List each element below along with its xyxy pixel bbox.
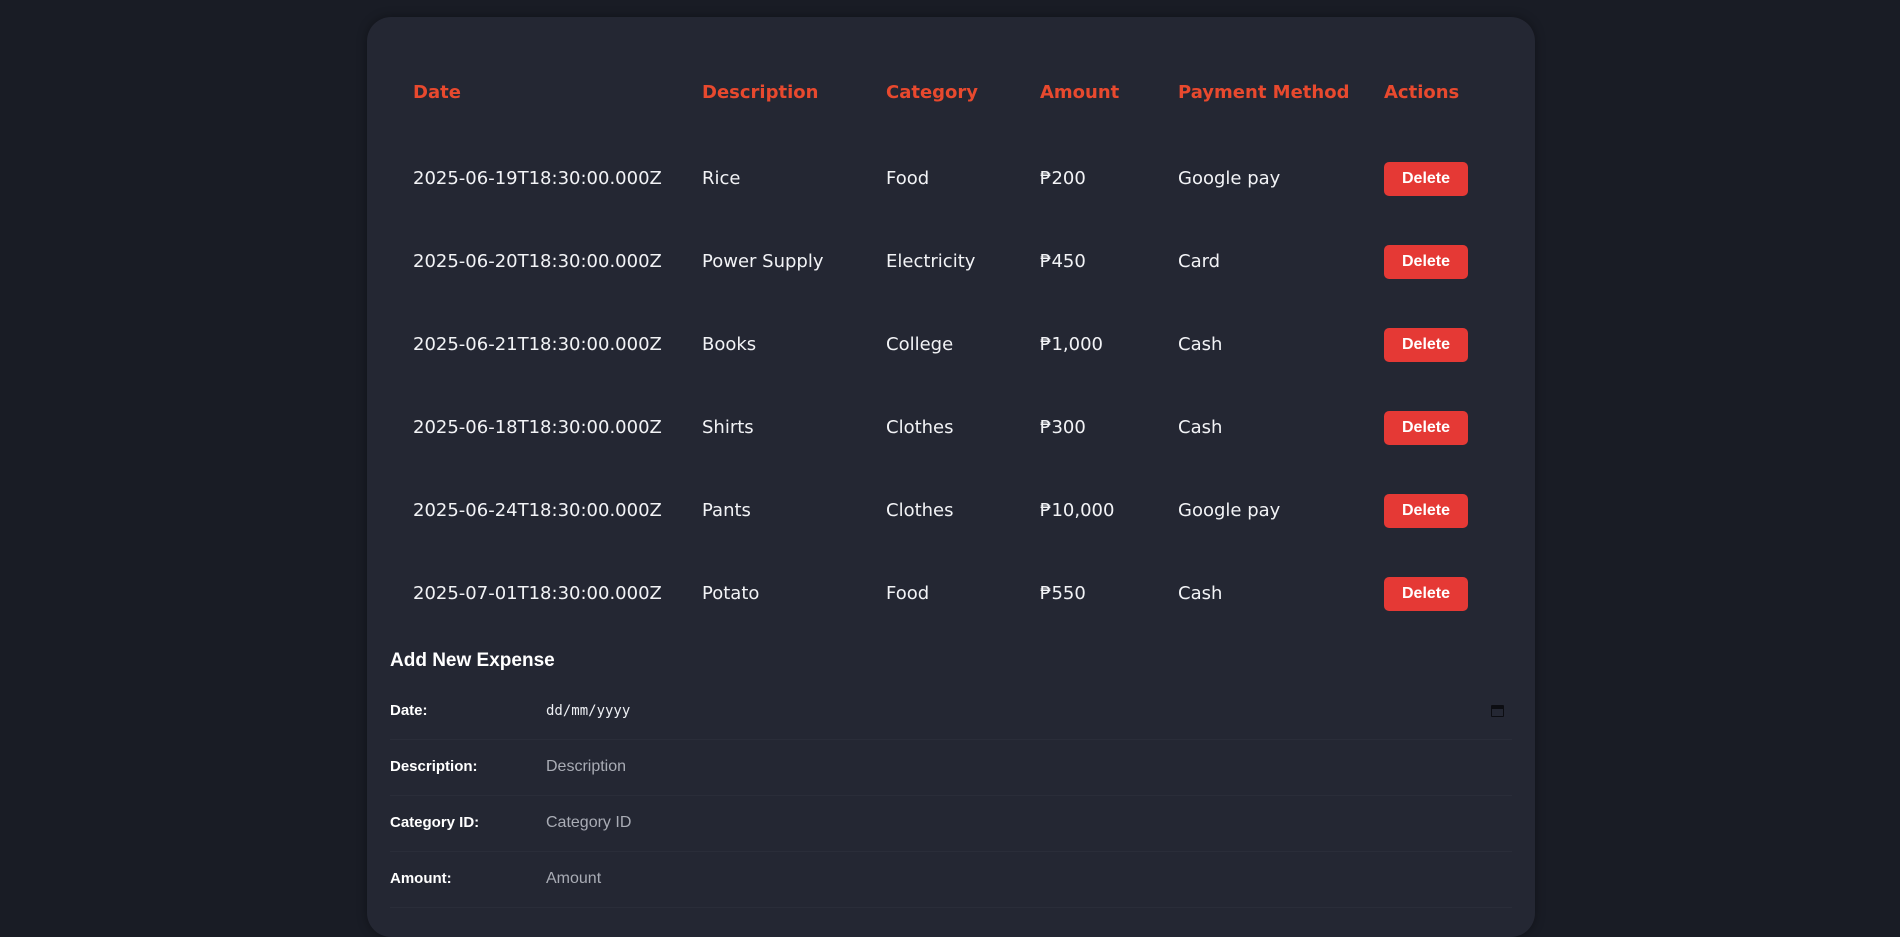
cell-description: Power Supply — [702, 251, 824, 272]
delete-button[interactable]: Delete — [1384, 161, 1468, 196]
cell-amount: ₱10,000 — [1040, 500, 1115, 521]
column-header-payment-method: Payment Method — [1178, 81, 1350, 103]
description-label: Description: — [390, 758, 478, 775]
table-row: 2025-06-19T18:30:00.000Z Rice Food ₱200 … — [390, 137, 1512, 220]
calendar-icon[interactable] — [1491, 705, 1504, 717]
cell-amount: ₱550 — [1040, 583, 1086, 604]
cell-payment-method: Cash — [1178, 417, 1223, 438]
cell-date: 2025-07-01T18:30:00.000Z — [413, 583, 662, 604]
category-id-input[interactable] — [542, 803, 1510, 843]
column-header-description: Description — [702, 81, 819, 103]
cell-category: Electricity — [886, 251, 976, 272]
cell-amount: ₱450 — [1040, 251, 1086, 272]
column-header-category: Category — [886, 81, 979, 103]
cell-description: Shirts — [702, 417, 754, 438]
cell-date: 2025-06-21T18:30:00.000Z — [413, 334, 662, 355]
column-header-amount: Amount — [1040, 81, 1120, 103]
cell-actions: Delete — [1361, 220, 1512, 303]
delete-button[interactable]: Delete — [1384, 244, 1468, 279]
cell-category: Food — [886, 583, 930, 604]
delete-button[interactable]: Delete — [1384, 410, 1468, 445]
cell-category: Food — [886, 168, 930, 189]
table-row: 2025-06-21T18:30:00.000Z Books College ₱… — [390, 303, 1512, 386]
amount-label: Amount: — [390, 870, 452, 887]
cell-amount: ₱300 — [1040, 417, 1086, 438]
table-header-row: Date Description Category Amount Payment… — [390, 47, 1512, 137]
cell-actions: Delete — [1361, 469, 1512, 552]
date-input[interactable]: dd/mm/yyyy — [546, 683, 630, 739]
description-field-row: Description: — [390, 739, 1512, 796]
cell-payment-method: Card — [1178, 251, 1221, 272]
expenses-table: Date Description Category Amount Payment… — [390, 47, 1512, 635]
date-label: Date: — [390, 702, 428, 719]
cell-actions: Delete — [1361, 386, 1512, 469]
cell-payment-method: Google pay — [1178, 500, 1281, 521]
cell-actions: Delete — [1361, 137, 1512, 220]
cell-date: 2025-06-19T18:30:00.000Z — [413, 168, 662, 189]
add-expense-title: Add New Expense — [390, 650, 555, 671]
cell-description: Books — [702, 334, 757, 355]
cell-category: Clothes — [886, 500, 954, 521]
table-row: 2025-06-24T18:30:00.000Z Pants Clothes ₱… — [390, 469, 1512, 552]
cell-actions: Delete — [1361, 303, 1512, 386]
delete-button[interactable]: Delete — [1384, 576, 1468, 611]
cell-date: 2025-06-24T18:30:00.000Z — [413, 500, 662, 521]
table-row: 2025-06-18T18:30:00.000Z Shirts Clothes … — [390, 386, 1512, 469]
category-id-label: Category ID: — [390, 814, 480, 831]
delete-button[interactable]: Delete — [1384, 493, 1468, 528]
delete-button[interactable]: Delete — [1384, 327, 1468, 362]
cell-payment-method: Cash — [1178, 334, 1223, 355]
amount-input[interactable] — [542, 859, 1510, 899]
table-row: 2025-07-01T18:30:00.000Z Potato Food ₱55… — [390, 552, 1512, 635]
date-field-row: Date: dd/mm/yyyy — [390, 683, 1512, 740]
cell-date: 2025-06-20T18:30:00.000Z — [413, 251, 662, 272]
cell-description: Rice — [702, 168, 741, 189]
cell-category: College — [886, 334, 954, 355]
amount-field-row: Amount: — [390, 851, 1512, 908]
cell-amount: ₱200 — [1040, 168, 1086, 189]
cell-description: Pants — [702, 500, 751, 521]
cell-payment-method: Cash — [1178, 583, 1223, 604]
cell-payment-method: Google pay — [1178, 168, 1281, 189]
description-input[interactable] — [542, 747, 1510, 787]
column-header-date: Date — [413, 81, 461, 103]
cell-date: 2025-06-18T18:30:00.000Z — [413, 417, 662, 438]
cell-amount: ₱1,000 — [1040, 334, 1103, 355]
cell-description: Potato — [702, 583, 760, 604]
category-id-field-row: Category ID: — [390, 795, 1512, 852]
cell-category: Clothes — [886, 417, 954, 438]
column-header-actions: Actions — [1384, 81, 1460, 103]
cell-actions: Delete — [1361, 552, 1512, 635]
table-row: 2025-06-20T18:30:00.000Z Power Supply El… — [390, 220, 1512, 303]
expenses-card: Date Description Category Amount Payment… — [367, 17, 1535, 937]
